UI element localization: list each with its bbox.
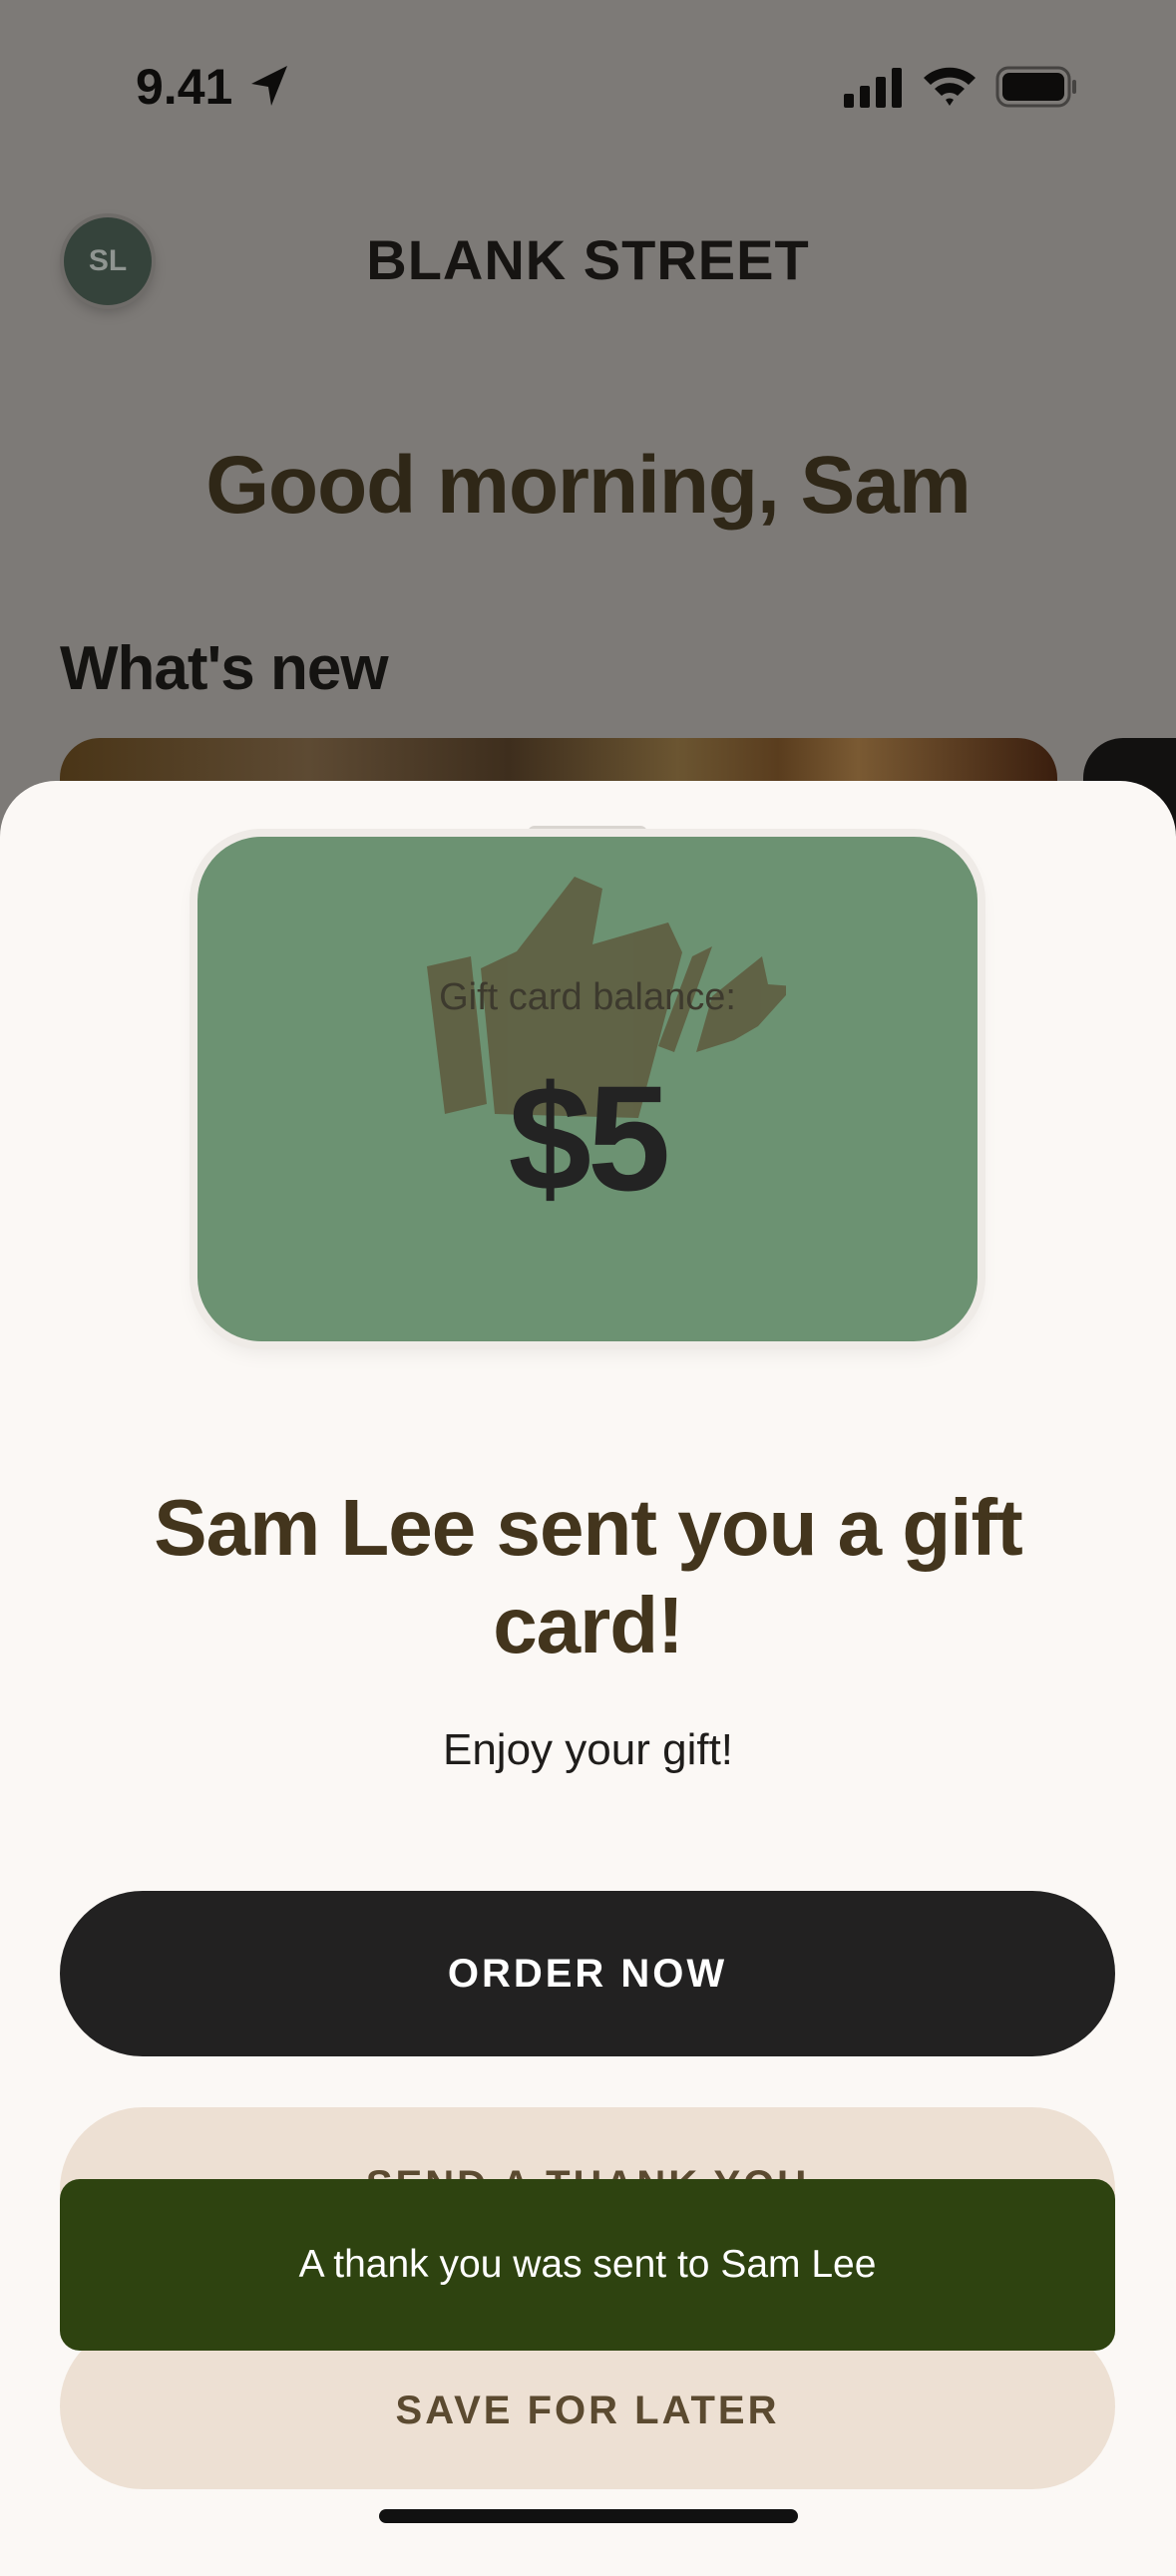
toast-notification: A thank you was sent to Sam Lee: [60, 2179, 1115, 2351]
section-title: What's new: [60, 634, 389, 703]
location-arrow-icon: [251, 66, 287, 106]
gift-subtitle: Enjoy your gift!: [442, 1725, 734, 1774]
gift-card: Gift card balance: $5: [197, 837, 978, 1341]
gift-title: Sam Lee sent you a gift card!: [154, 1483, 1023, 1669]
gift-card-balance-label: Gift card balance:: [439, 976, 736, 1018]
home-indicator[interactable]: [379, 2509, 798, 2523]
greeting: Good morning, Sam: [205, 440, 972, 531]
gift-card-balance-amount: $5: [508, 1054, 671, 1222]
order-now-button[interactable]: ORDER NOW: [60, 1891, 1115, 2056]
wifi-icon: [924, 67, 976, 106]
battery-icon: [995, 66, 1076, 108]
cellular-signal-icon: [844, 68, 902, 108]
brand-logo: BLANK STREET: [366, 228, 810, 291]
status-time: 9.41: [136, 59, 233, 115]
